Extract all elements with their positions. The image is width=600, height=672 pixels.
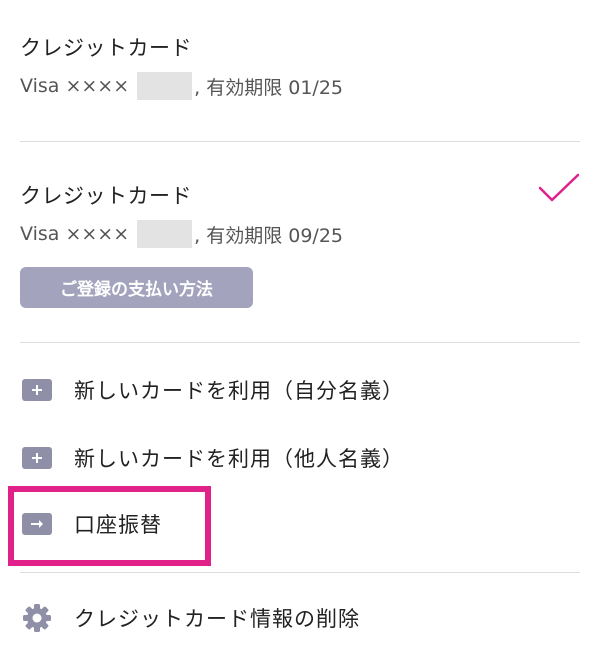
card-details: Visa ×××× , 有効期限 09/25 (20, 220, 343, 248)
check-icon (538, 173, 580, 202)
plus-icon (22, 379, 52, 401)
bank-transfer-label: 口座振替 (74, 513, 162, 537)
new-card-other-option[interactable]: 新しいカードを利用（他人名義） (20, 436, 580, 480)
card-title: クレジットカード (20, 36, 192, 60)
new-card-self-option[interactable]: 新しいカードを利用（自分名義） (20, 368, 580, 412)
bank-transfer-option[interactable]: 口座振替 (20, 502, 580, 546)
card-details: Visa ×××× , 有効期限 01/25 (20, 72, 343, 100)
new-card-self-label: 新しいカードを利用（自分名義） (74, 379, 404, 403)
default-payment-badge: ご登録の支払い方法 (20, 267, 253, 308)
arrow-right-icon (22, 513, 52, 535)
divider (20, 572, 580, 573)
payment-card-1[interactable]: クレジットカード Visa ×××× , 有効期限 01/25 (20, 28, 580, 108)
payment-card-2[interactable]: クレジットカード Visa ×××× , 有効期限 09/25 (20, 176, 580, 248)
delete-card-info-label: クレジットカード情報の削除 (74, 607, 360, 631)
plus-icon (22, 447, 52, 469)
card-expiry: , 有効期限 09/25 (194, 224, 343, 247)
new-card-other-label: 新しいカードを利用（他人名義） (74, 447, 404, 471)
card-title: クレジットカード (20, 184, 192, 208)
card-number-prefix: Visa ×××× (20, 223, 130, 245)
masked-card-digits (137, 220, 193, 248)
card-expiry: , 有効期限 01/25 (194, 76, 343, 99)
delete-card-info-option[interactable]: クレジットカード情報の削除 (20, 596, 580, 640)
card-number-prefix: Visa ×××× (20, 75, 130, 97)
masked-card-digits (137, 72, 193, 100)
divider (20, 342, 580, 343)
gear-icon (23, 604, 51, 632)
divider (20, 141, 580, 142)
